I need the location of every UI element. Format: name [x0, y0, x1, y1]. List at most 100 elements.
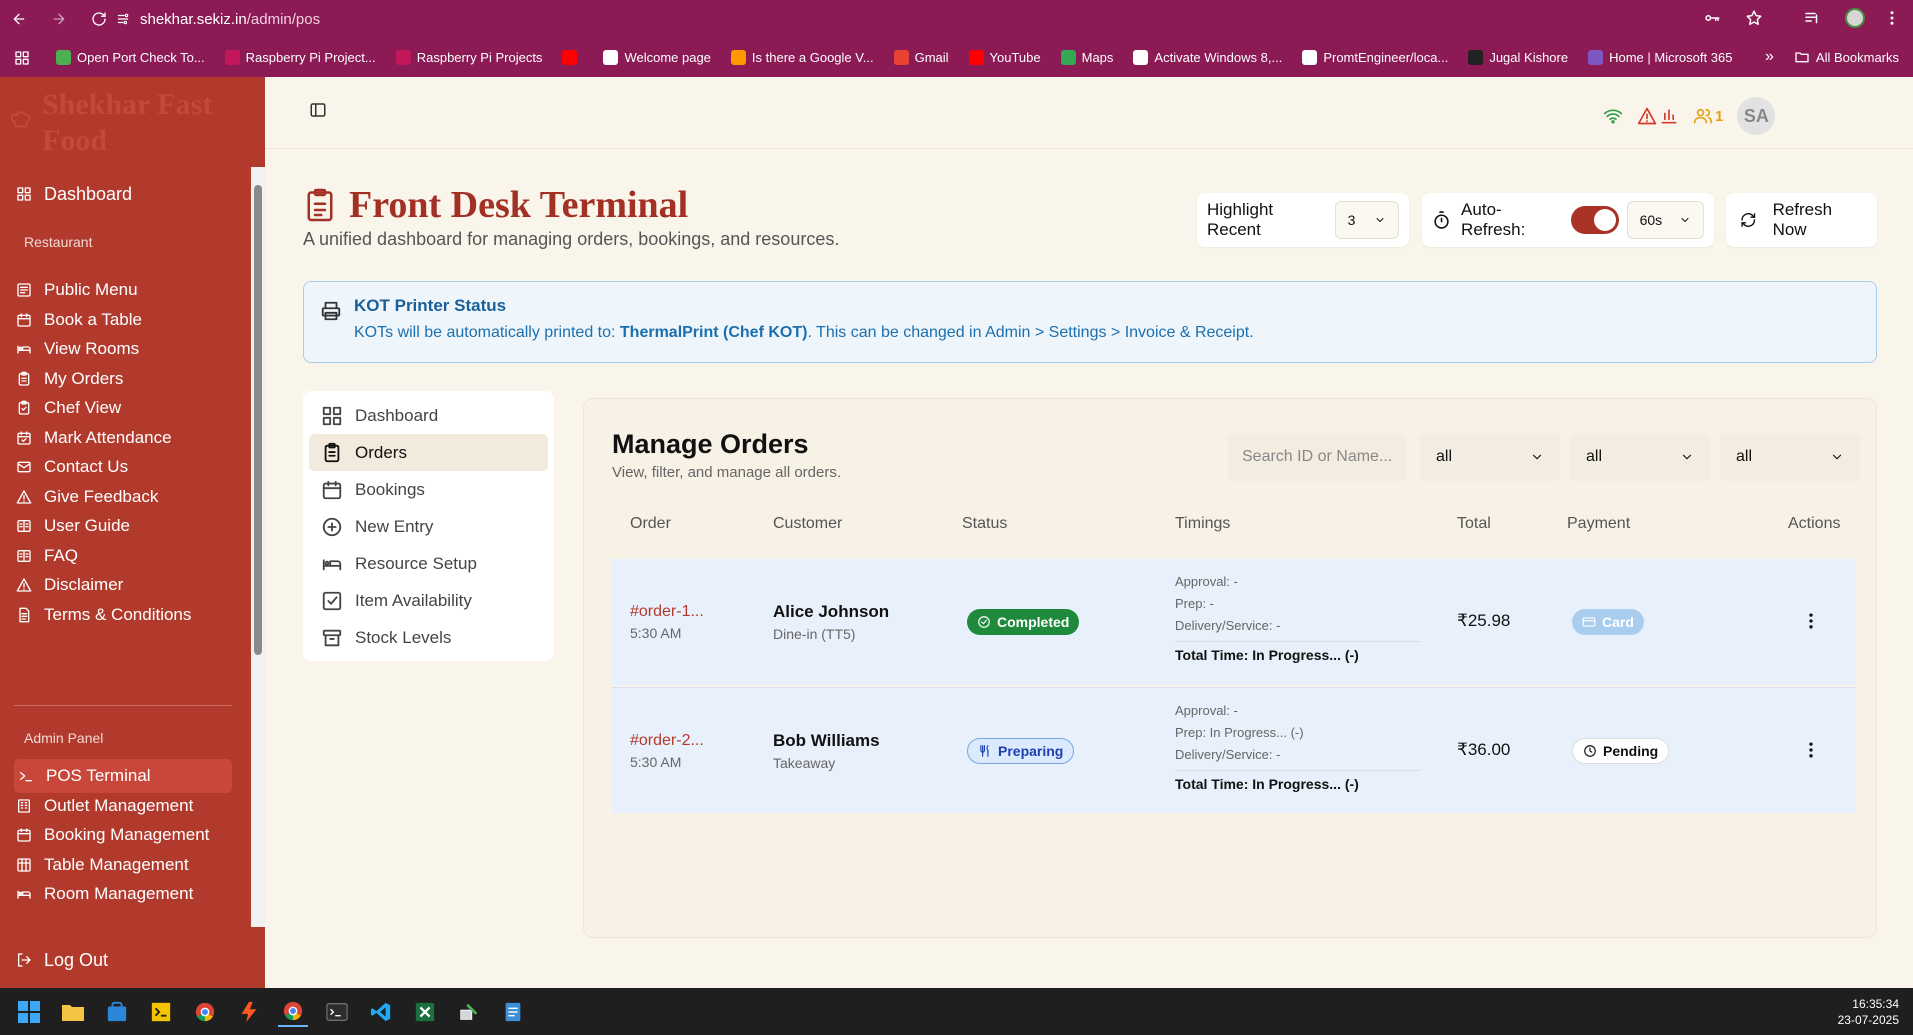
- chrome-icon[interactable]: [190, 997, 220, 1027]
- kot-printer-name: ThermalPrint (Chef KOT): [619, 324, 808, 341]
- status-label: Preparing: [998, 743, 1064, 759]
- sidebar-item-terms-and-conditions[interactable]: Terms & Conditions: [14, 598, 232, 632]
- bookmark-item[interactable]: Raspberry Pi Projects: [395, 50, 542, 65]
- bookmark-favicon-icon: [730, 50, 746, 65]
- mail-icon: [17, 461, 31, 473]
- subnav-item-item-availability[interactable]: Item Availability: [309, 582, 548, 619]
- auto-refresh-control: Auto-Refresh: 60s: [1422, 193, 1714, 247]
- browser-menu-icon[interactable]: [1889, 9, 1895, 27]
- apps-grid-icon[interactable]: [14, 50, 30, 66]
- subnav-item-new-entry[interactable]: New Entry: [309, 508, 548, 545]
- bookmark-item[interactable]: Jugal Kishore: [1468, 50, 1568, 65]
- bookmark-item[interactable]: Raspberry Pi Project...: [224, 50, 376, 65]
- all-bookmarks-button[interactable]: All Bookmarks: [1794, 49, 1899, 65]
- subnav-item-label: Bookings: [355, 479, 425, 499]
- status-filter-select[interactable]: all: [1420, 433, 1560, 481]
- subnav-item-bookings[interactable]: Bookings: [309, 471, 548, 508]
- app-sidebar: Shekhar Fast Food Dashboard Restaurant P…: [0, 77, 265, 988]
- type-filter-select[interactable]: all: [1570, 433, 1710, 481]
- alert-icon[interactable]: [1637, 106, 1657, 126]
- bookmark-label: Home | Microsoft 365: [1609, 50, 1733, 65]
- subnav-item-stock-levels[interactable]: Stock Levels: [309, 619, 548, 656]
- file-explorer-icon[interactable]: [58, 997, 88, 1027]
- bookmarks-bar: Open Port Check To... Raspberry Pi Projec…: [0, 38, 1913, 77]
- bookmark-item[interactable]: Home | Microsoft 365: [1588, 50, 1732, 65]
- notepad-icon[interactable]: [498, 997, 528, 1027]
- terminal-icon[interactable]: [322, 997, 352, 1027]
- sidebar-item-label: Disclaimer: [44, 575, 124, 594]
- network-tool-icon[interactable]: [454, 997, 484, 1027]
- dev-tool-icon[interactable]: [146, 997, 176, 1027]
- refresh-interval-select[interactable]: 60s: [1626, 201, 1705, 239]
- bookmark-item[interactable]: Maps: [1060, 50, 1113, 65]
- table-row[interactable]: #order-1... 5:30 AM Alice Johnson Dine-i…: [612, 559, 1856, 685]
- sidebar-scrollbar[interactable]: [251, 167, 265, 927]
- bookmark-label: Activate Windows 8,...: [1154, 50, 1283, 65]
- brand[interactable]: Shekhar Fast Food: [10, 87, 242, 159]
- windows-start-icon[interactable]: [14, 997, 44, 1027]
- brand-name: Shekhar Fast Food: [42, 88, 213, 157]
- bookmark-item[interactable]: Gmail: [893, 50, 949, 65]
- avatar[interactable]: SA: [1737, 97, 1776, 135]
- users-online[interactable]: 1: [1693, 106, 1723, 126]
- bookmark-item[interactable]: YouTube: [968, 50, 1041, 65]
- subnav-item-orders[interactable]: Orders: [309, 434, 548, 471]
- site-info-icon[interactable]: [116, 12, 130, 26]
- subnav-item-label: Item Availability: [355, 590, 472, 610]
- payment-filter-select[interactable]: all: [1720, 433, 1860, 481]
- more-bookmarks-icon[interactable]: »: [1765, 48, 1774, 66]
- terminal-subnav: Dashboard Orders Bookings New Entry Resource…: [303, 391, 554, 661]
- back-icon[interactable]: [6, 6, 32, 32]
- star-icon[interactable]: [1745, 9, 1763, 27]
- clock-time: 16:35:34: [1852, 997, 1899, 1011]
- customer-name: Alice Johnson: [773, 602, 890, 621]
- vscode-icon[interactable]: [366, 997, 396, 1027]
- media-icon[interactable]: [1803, 9, 1821, 27]
- excel-icon[interactable]: [410, 997, 440, 1027]
- bookmark-item[interactable]: Activate Windows 8,...: [1133, 50, 1282, 65]
- bar-chart-icon[interactable]: [1659, 106, 1679, 126]
- order-total: ₹36.00: [1457, 740, 1511, 759]
- app-icon[interactable]: [234, 997, 264, 1027]
- system-clock[interactable]: 16:35:34 23-07-2025: [1838, 996, 1899, 1028]
- subnav-item-resource-setup[interactable]: Resource Setup: [309, 545, 548, 582]
- forward-icon[interactable]: [46, 6, 72, 32]
- order-id-link[interactable]: #order-1...: [630, 603, 704, 621]
- bookmark-item[interactable]: [562, 50, 583, 65]
- col-actions: Actions: [1788, 515, 1841, 532]
- kot-title: KOT Printer Status: [354, 296, 507, 315]
- order-id-link[interactable]: #order-2...: [630, 732, 704, 750]
- bookmark-favicon-icon: [562, 50, 578, 65]
- refresh-now-button[interactable]: Refresh Now: [1726, 193, 1877, 247]
- logout-button[interactable]: Log Out: [14, 943, 232, 977]
- bookmark-favicon-icon: [224, 50, 240, 65]
- bookmark-item[interactable]: PromtEngineer/loca...: [1302, 50, 1448, 65]
- more-actions-icon[interactable]: [1808, 611, 1814, 631]
- password-key-icon[interactable]: [1703, 9, 1721, 27]
- sidebar-item-label: User Guide: [44, 516, 130, 535]
- chrome-profile-icon[interactable]: [278, 997, 308, 1027]
- bookmark-item[interactable]: Is there a Google V...: [730, 50, 874, 65]
- more-actions-icon[interactable]: [1808, 740, 1814, 760]
- sidebar-item-label: Booking Management: [44, 825, 210, 844]
- chevron-down-icon: [1681, 218, 1689, 222]
- subnav-item-dashboard[interactable]: Dashboard: [309, 397, 548, 434]
- search-input[interactable]: Search ID or Name...: [1228, 433, 1406, 481]
- os-taskbar: 16:35:34 23-07-2025: [0, 988, 1913, 1035]
- highlight-recent-select[interactable]: 3: [1334, 201, 1399, 239]
- sidebar-item-dashboard[interactable]: Dashboard: [14, 177, 232, 211]
- reload-icon[interactable]: [86, 6, 112, 32]
- kot-desc-prefix: KOTs will be automatically printed to:: [354, 324, 620, 341]
- wifi-icon[interactable]: [1603, 106, 1623, 126]
- profile-avatar[interactable]: [1845, 8, 1865, 28]
- sidebar-item-label: Public Menu: [44, 280, 138, 299]
- grid-icon: [322, 406, 342, 425]
- store-icon[interactable]: [102, 997, 132, 1027]
- address-bar[interactable]: shekhar.sekiz.in/admin/pos: [116, 6, 1816, 32]
- sidebar-item-room-management[interactable]: Room Management: [14, 877, 232, 911]
- auto-refresh-toggle[interactable]: [1570, 206, 1619, 234]
- sidebar-toggle-icon[interactable]: [309, 101, 327, 119]
- bookmark-item[interactable]: Welcome page: [603, 50, 711, 65]
- bookmark-item[interactable]: Open Port Check To...: [56, 50, 205, 65]
- table-row[interactable]: #order-2... 5:30 AM Bob Williams Takeawa…: [612, 687, 1856, 813]
